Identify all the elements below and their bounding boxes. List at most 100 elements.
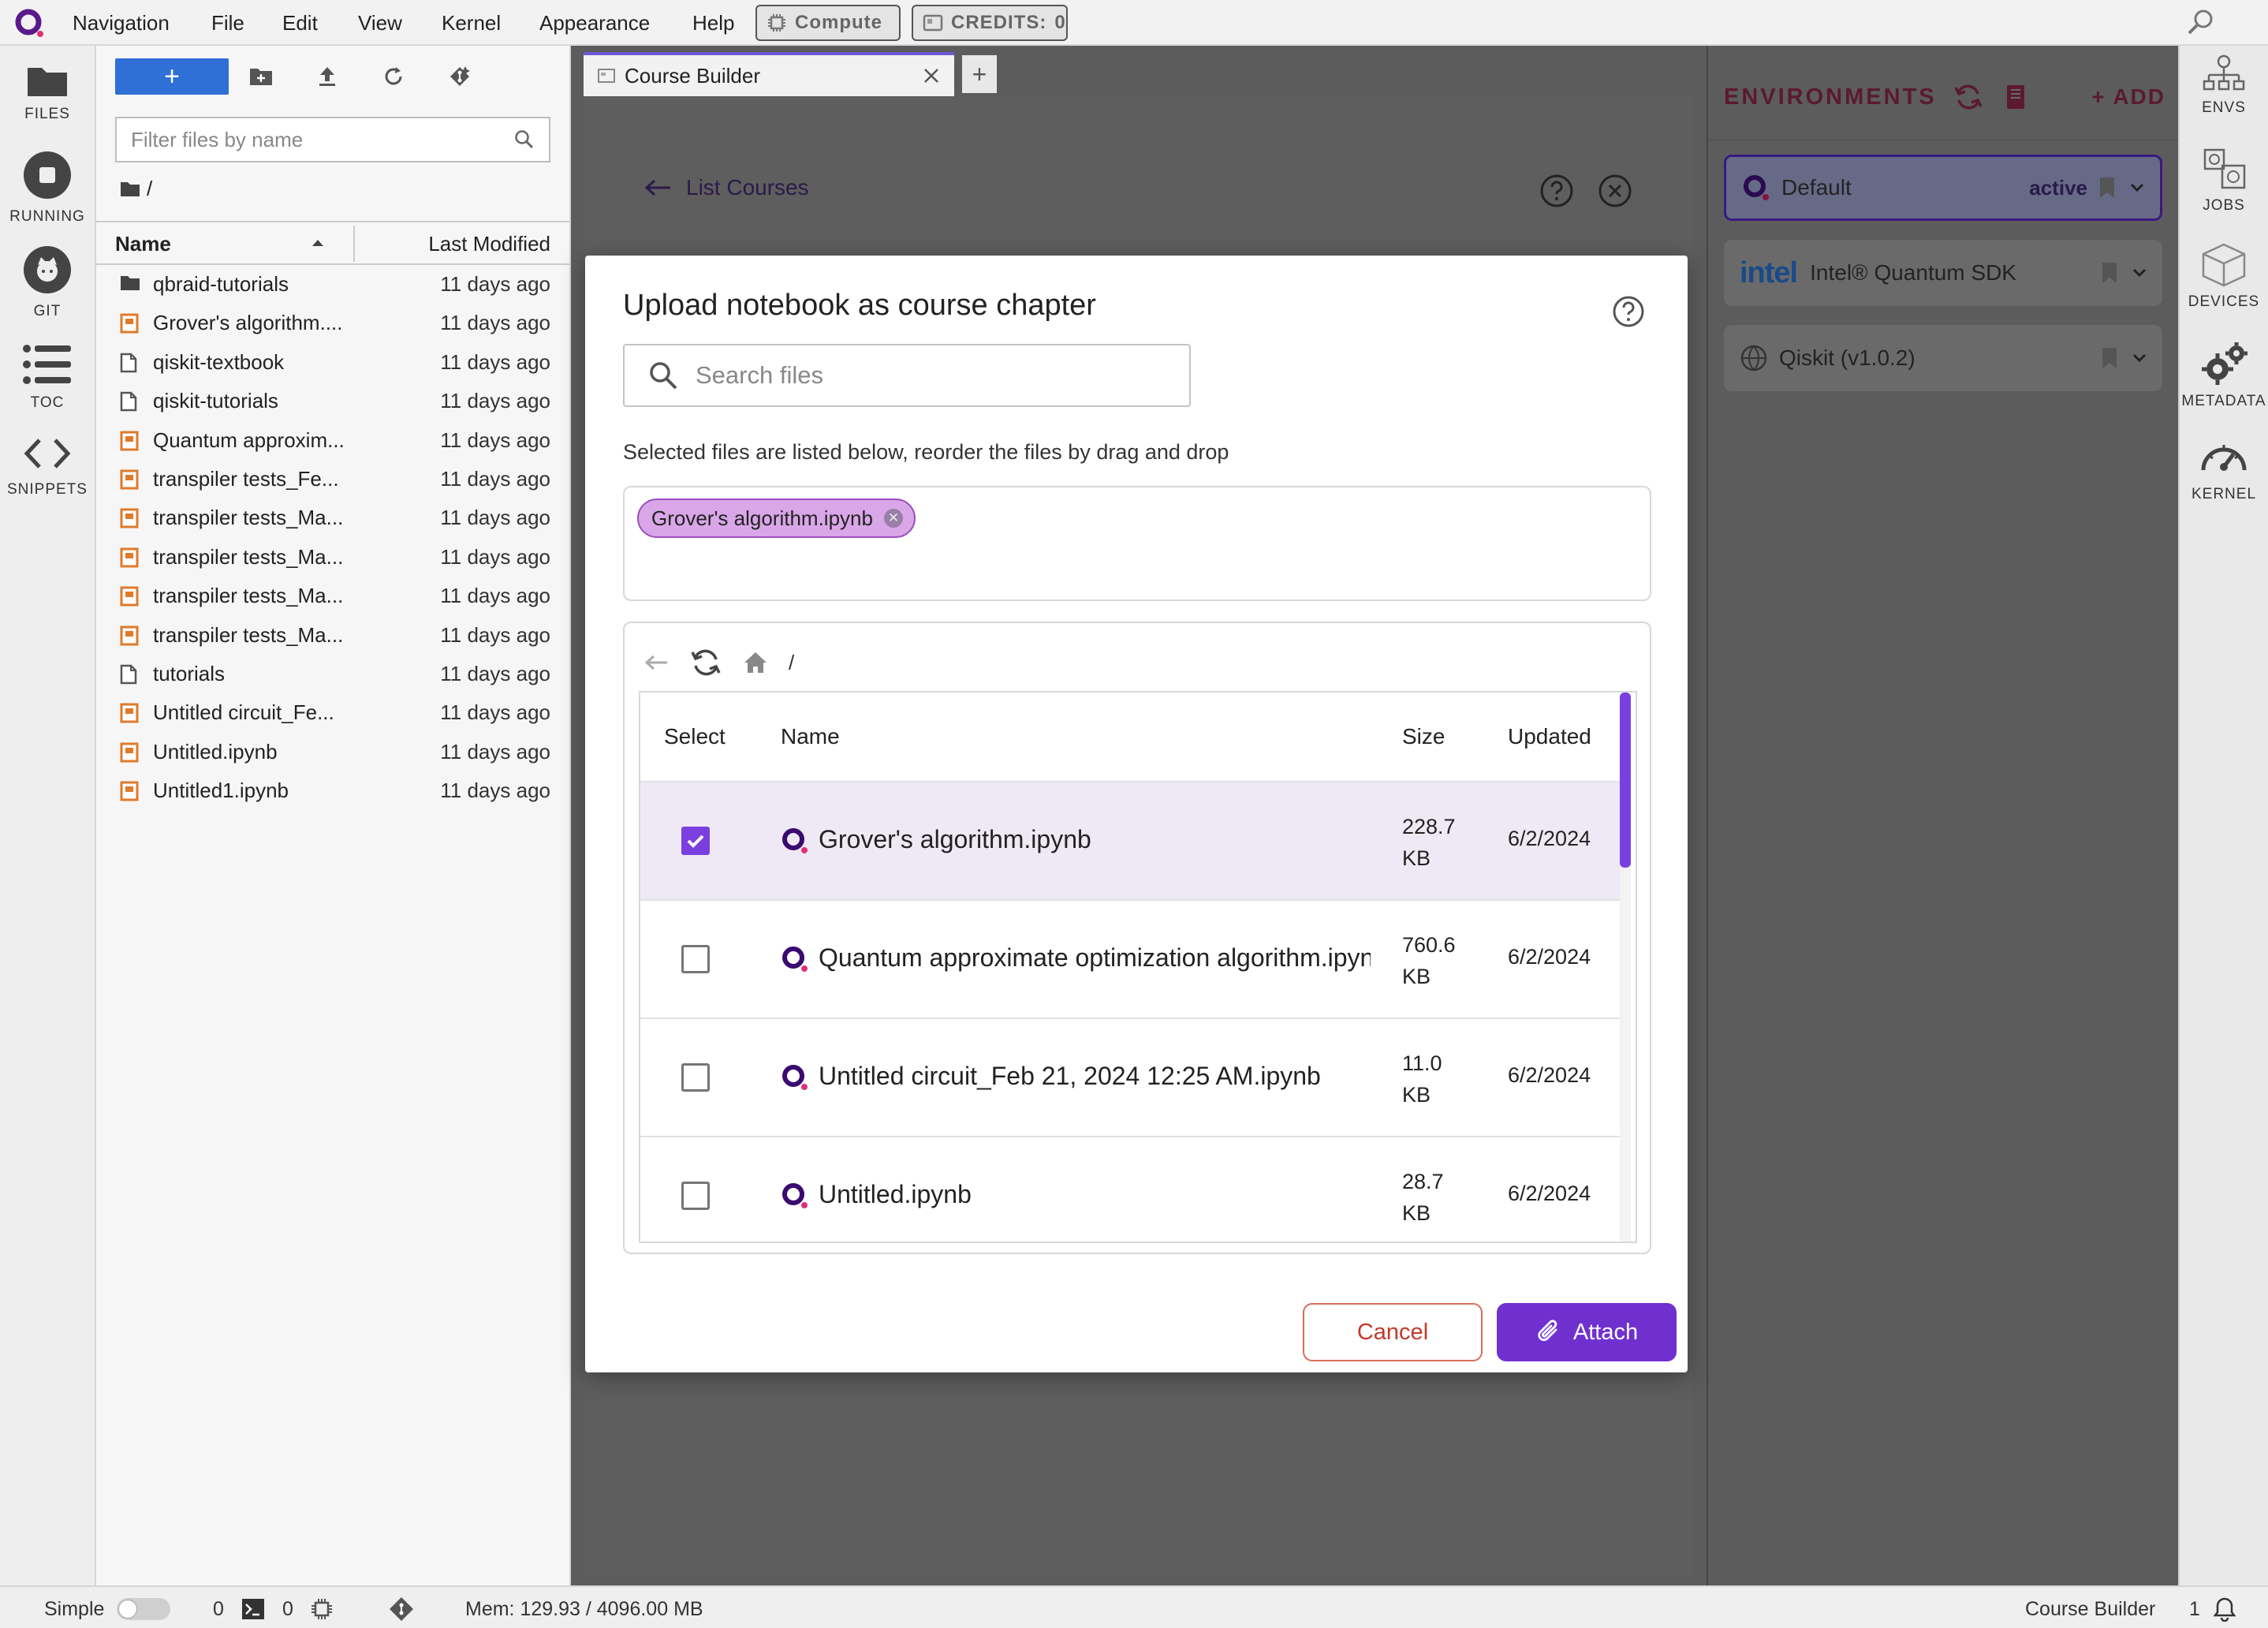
file-name: qiskit-textbook xyxy=(153,349,285,374)
menu-help[interactable]: Help xyxy=(692,11,734,35)
file-row[interactable]: Untitled.ipynb 11 days ago xyxy=(96,733,569,771)
qbraid-logo-icon[interactable] xyxy=(14,8,46,39)
chevron-down-icon[interactable] xyxy=(2130,183,2144,192)
menu-file[interactable]: File xyxy=(211,11,244,35)
file-row[interactable]: Untitled circuit_Fe... 11 days ago xyxy=(96,693,569,732)
arrow-left-icon[interactable] xyxy=(645,654,669,671)
new-folder-icon[interactable] xyxy=(243,58,279,95)
file-row[interactable]: transpiler tests_Ma... 11 days ago xyxy=(96,616,569,655)
select-checkbox[interactable] xyxy=(681,827,710,855)
file-name: transpiler tests_Ma... xyxy=(153,544,344,569)
file-table-row[interactable]: Grover's algorithm.ipynb 228.7 KB 6/2/2024 xyxy=(640,781,1625,899)
file-row[interactable]: qiskit-tutorials 11 days ago xyxy=(96,382,569,420)
scrollbar-thumb[interactable] xyxy=(1620,693,1631,868)
file-row[interactable]: Untitled1.ipynb 11 days ago xyxy=(96,771,569,810)
attach-button[interactable]: Attach xyxy=(1497,1303,1677,1361)
terminals-count[interactable]: 0 xyxy=(213,1598,224,1621)
env-card-intel[interactable]: intel Intel® Quantum SDK xyxy=(1724,240,2162,306)
refresh-icon[interactable] xyxy=(375,58,412,95)
bookmark-icon[interactable] xyxy=(2101,261,2118,285)
new-launcher-button[interactable]: + xyxy=(115,58,229,95)
chevron-down-icon[interactable] xyxy=(2132,268,2147,278)
kernel-chip-icon[interactable] xyxy=(311,1598,333,1620)
chevron-down-icon[interactable] xyxy=(2132,353,2147,363)
close-circle-icon[interactable] xyxy=(1598,174,1632,208)
column-name[interactable]: Name xyxy=(115,224,171,263)
menu-navigation[interactable]: Navigation xyxy=(73,11,170,35)
notification-count[interactable]: 1 xyxy=(2189,1598,2200,1621)
leftbar-snippets[interactable]: SNIPPETS xyxy=(0,434,95,498)
env-card-qiskit[interactable]: Qiskit (v1.0.2) xyxy=(1724,325,2162,391)
selected-files-area[interactable]: Grover's algorithm.ipynb ✕ xyxy=(623,486,1651,601)
file-row[interactable]: transpiler tests_Ma... 11 days ago xyxy=(96,577,569,615)
file-row[interactable]: qiskit-textbook 11 days ago xyxy=(96,343,569,382)
rightbar-jobs[interactable]: JOBS xyxy=(2180,148,2268,215)
help-icon[interactable] xyxy=(1539,174,1574,208)
bookmark-icon[interactable] xyxy=(2098,176,2116,200)
file-table-scrollbar[interactable] xyxy=(1620,693,1631,1242)
rightbar-envs[interactable]: ENVS xyxy=(2180,54,2268,117)
menu-kernel[interactable]: Kernel xyxy=(442,11,501,35)
close-tab-icon[interactable] xyxy=(923,67,940,84)
add-tab-button[interactable]: + xyxy=(962,55,997,93)
selected-file-chip[interactable]: Grover's algorithm.ipynb ✕ xyxy=(637,498,916,538)
list-courses-link[interactable]: List Courses xyxy=(645,175,809,200)
leftbar-running[interactable]: RUNNING xyxy=(0,150,95,226)
git-clone-icon[interactable] xyxy=(442,58,478,95)
add-tab-label: + xyxy=(972,59,987,88)
git-branch-icon[interactable] xyxy=(388,1596,415,1622)
file-row[interactable]: tutorials 11 days ago xyxy=(96,655,569,693)
rightbar-metadata[interactable]: METADATA xyxy=(2180,341,2268,410)
leftbar-toc[interactable]: TOC xyxy=(0,342,95,412)
file-row[interactable]: Grover's algorithm.... 11 days ago xyxy=(96,304,569,342)
file-row[interactable]: transpiler tests_Fe... 11 days ago xyxy=(96,460,569,498)
rightbar-jobs-label: JOBS xyxy=(2203,197,2245,214)
simple-mode-toggle[interactable] xyxy=(117,1598,170,1620)
upload-icon[interactable] xyxy=(309,58,345,95)
leftbar-git[interactable]: GIT xyxy=(0,245,95,320)
file-picker-path[interactable]: / xyxy=(789,651,794,675)
home-icon[interactable] xyxy=(743,651,768,674)
add-environment-button[interactable]: + ADD xyxy=(2091,84,2165,110)
refresh-icon[interactable] xyxy=(689,648,722,678)
credits-button[interactable]: CREDITS: 0 xyxy=(912,5,1068,41)
file-row[interactable]: transpiler tests_Ma... 11 days ago xyxy=(96,538,569,577)
leftbar-files[interactable]: FILES xyxy=(0,63,95,123)
filter-files-input[interactable]: Filter files by name xyxy=(115,117,550,162)
menu-appearance[interactable]: Appearance xyxy=(539,11,650,35)
tab-course-builder[interactable]: Course Builder xyxy=(584,52,954,96)
file-table-row[interactable]: Quantum approximate optimization algorit… xyxy=(640,899,1625,1018)
column-last-modified[interactable]: Last Modified xyxy=(428,224,550,263)
compute-button[interactable]: Compute xyxy=(755,5,901,41)
book-icon[interactable] xyxy=(2005,84,2027,110)
file-row[interactable]: transpiler tests_Ma... 11 days ago xyxy=(96,498,569,537)
file-table-row[interactable]: Untitled circuit_Feb 21, 2024 12:25 AM.i… xyxy=(640,1018,1625,1136)
terminal-icon[interactable] xyxy=(241,1598,265,1620)
column-updated[interactable]: Updated xyxy=(1508,724,1591,749)
refresh-icon[interactable] xyxy=(1953,83,1984,111)
file-row[interactable]: qbraid-tutorials 11 days ago xyxy=(96,265,569,304)
menu-view[interactable]: View xyxy=(358,11,402,35)
select-checkbox[interactable] xyxy=(681,1063,710,1092)
cancel-button[interactable]: Cancel xyxy=(1303,1303,1483,1361)
bookmark-icon[interactable] xyxy=(2101,346,2118,370)
breadcrumb-path[interactable]: / xyxy=(147,177,152,201)
remove-chip-icon[interactable]: ✕ xyxy=(883,509,903,528)
menu-edit[interactable]: Edit xyxy=(282,11,318,35)
env-card-default[interactable]: Default active xyxy=(1724,155,2162,221)
file-table-row[interactable]: Untitled.ipynb 28.7 KB 6/2/2024 xyxy=(640,1136,1625,1242)
select-checkbox[interactable] xyxy=(681,945,710,973)
search-files-input[interactable]: Search files xyxy=(623,344,1191,407)
search-icon[interactable] xyxy=(2184,6,2218,38)
rightbar-devices[interactable]: DEVICES xyxy=(2180,243,2268,311)
sort-caret-up-icon[interactable] xyxy=(311,238,325,248)
column-name[interactable]: Name xyxy=(781,724,840,749)
select-checkbox[interactable] xyxy=(681,1182,710,1210)
folder-icon[interactable] xyxy=(120,181,140,198)
help-icon[interactable] xyxy=(1612,295,1645,328)
file-row[interactable]: Quantum approxim... 11 days ago xyxy=(96,421,569,460)
rightbar-kernel[interactable]: KERNEL xyxy=(2180,435,2268,503)
bell-icon[interactable] xyxy=(2213,1596,2236,1622)
kernels-count[interactable]: 0 xyxy=(282,1598,293,1621)
column-size[interactable]: Size xyxy=(1402,724,1445,749)
